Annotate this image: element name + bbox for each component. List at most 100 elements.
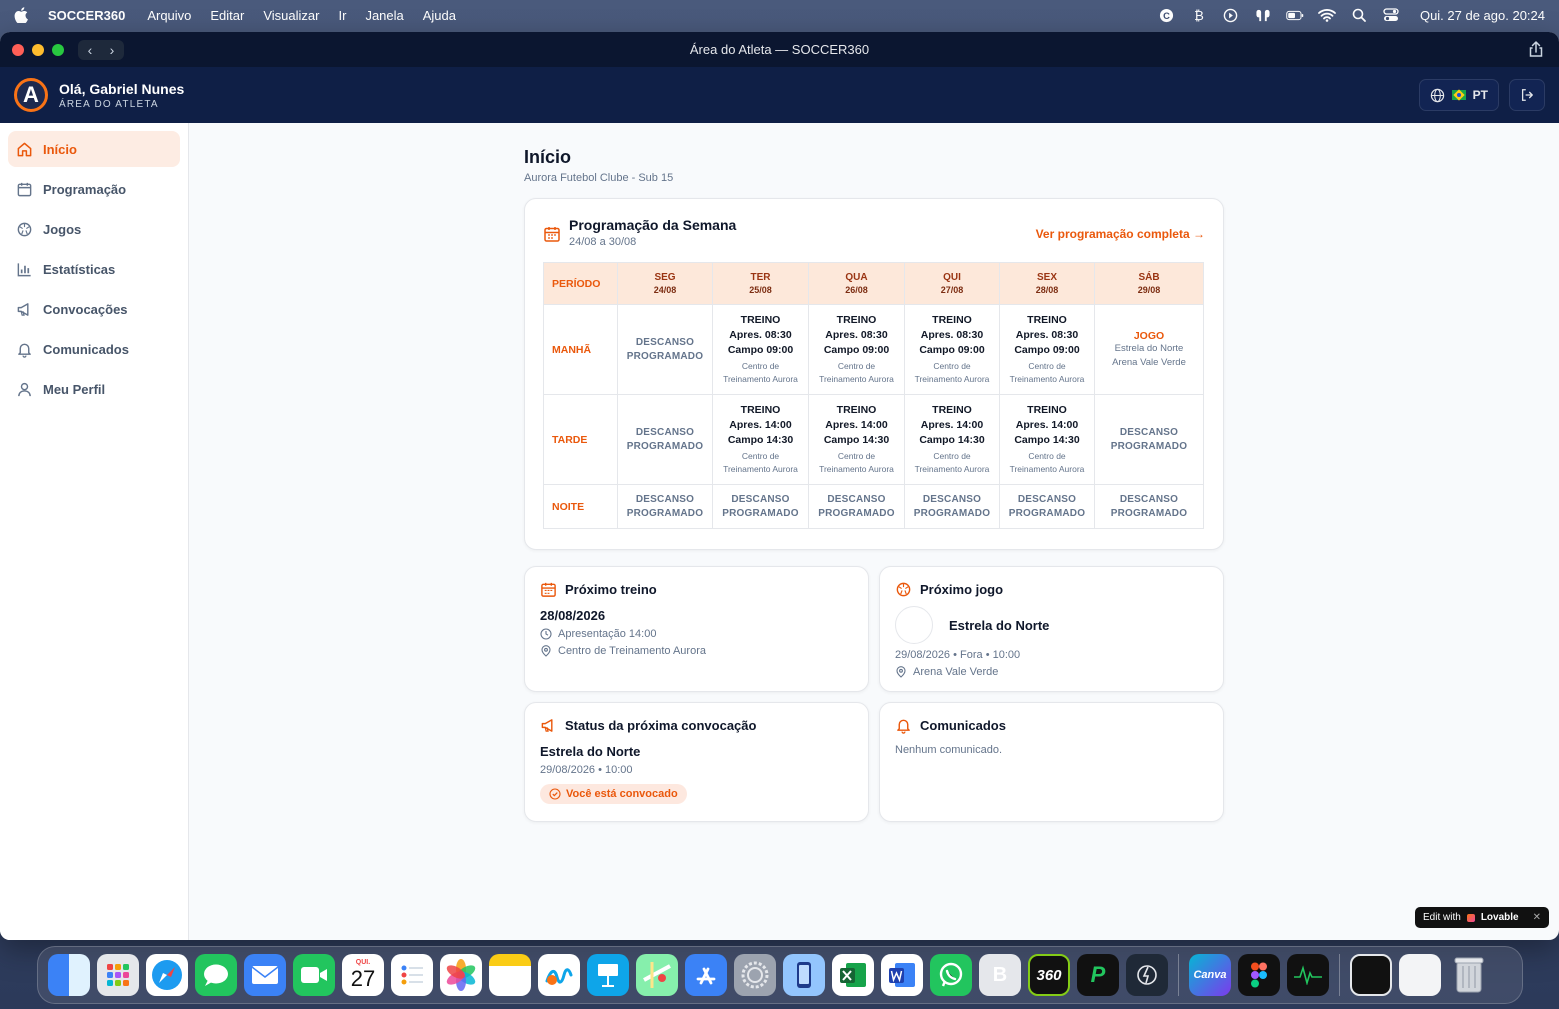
game-cell[interactable]: JOGO Estrela do Norte Arena Vale Verde — [1094, 304, 1204, 395]
mail-icon[interactable] — [244, 954, 286, 996]
language-switcher[interactable]: PT — [1418, 79, 1499, 111]
sidebar-item-label: Estatísticas — [43, 261, 116, 277]
training-field: Campo 14:30 — [1014, 434, 1080, 446]
logout-button[interactable] — [1509, 79, 1545, 111]
training-cell[interactable]: TREINO Apres. 14:00 Campo 14:30 Centro de Tr… — [904, 394, 1000, 485]
spotlight-search-icon[interactable] — [1350, 7, 1368, 23]
training-cell[interactable]: TREINO Apres. 08:30 Campo 09:00 Centro de Tr… — [904, 304, 1000, 395]
app-store-icon[interactable] — [685, 954, 727, 996]
next-game-card[interactable]: Próximo jogo Estrela do Norte 29/08/2026… — [879, 566, 1224, 692]
menu-ir[interactable]: Ir — [338, 8, 346, 23]
back-chevron-icon[interactable]: ‹ — [82, 42, 98, 58]
rest-cell[interactable]: DESCANSO PROGRAMADO — [617, 394, 713, 485]
sidebar-item-estatisticas[interactable]: Estatísticas — [8, 251, 180, 287]
training-cell[interactable]: TREINO Apres. 14:00 Campo 14:30 Centro de Tr… — [712, 394, 809, 485]
safari-icon[interactable] — [146, 954, 188, 996]
b-app-icon[interactable]: B — [979, 954, 1021, 996]
rest-cell[interactable]: DESCANSO PROGRAMADO — [617, 304, 713, 395]
figma-icon[interactable] — [1238, 954, 1280, 996]
soccer360-app-icon[interactable]: 360 — [1028, 954, 1070, 996]
callup-status-card[interactable]: Status da próxima convocação Estrela do … — [524, 702, 869, 822]
menu-editar[interactable]: Editar — [210, 8, 244, 23]
freeform-icon[interactable] — [538, 954, 580, 996]
keynote-icon[interactable] — [587, 954, 629, 996]
bitcoin-icon[interactable]: ₿ — [1190, 7, 1208, 23]
club-logo[interactable]: A — [14, 78, 48, 112]
edit-with-lovable-badge[interactable]: Edit with Lovable ✕ — [1415, 907, 1549, 928]
rest-cell[interactable]: DESCANSO PROGRAMADO — [712, 484, 809, 529]
minimize-window-button[interactable] — [32, 43, 44, 56]
apple-icon[interactable] — [14, 7, 28, 23]
schedule-row-manha: MANHÃ DESCANSO PROGRAMADO TREINO Apres. 08… — [543, 304, 1204, 395]
rest-cell[interactable]: DESCANSO PROGRAMADO — [904, 484, 1000, 529]
training-presentation: Apres. 14:00 — [729, 419, 792, 431]
callup-when: 29/08/2026 • 10:00 — [540, 764, 633, 776]
announcements-card[interactable]: Comunicados Nenhum comunicado. — [879, 702, 1224, 822]
menu-ajuda[interactable]: Ajuda — [423, 8, 456, 23]
shortcuts-app-icon[interactable] — [1126, 954, 1168, 996]
menubar-clock[interactable]: Qui. 27 de ago. 20:24 — [1420, 8, 1545, 23]
control-center-icon[interactable] — [1382, 7, 1400, 23]
period-label: NOITE — [543, 484, 618, 529]
menubar-app-name[interactable]: SOCCER360 — [48, 8, 125, 23]
forward-chevron-icon[interactable]: › — [104, 42, 120, 58]
status-c-icon[interactable]: C — [1158, 7, 1176, 23]
facetime-icon[interactable] — [293, 954, 335, 996]
launchpad-icon[interactable] — [97, 954, 139, 996]
rest-cell[interactable]: DESCANSO PROGRAMADO — [999, 484, 1095, 529]
training-cell[interactable]: TREINO Apres. 08:30 Campo 09:00 Centro de Tr… — [999, 304, 1095, 395]
menu-visualizar[interactable]: Visualizar — [263, 8, 319, 23]
lovable-prefix: Edit with — [1423, 912, 1461, 923]
training-cell[interactable]: TREINO Apres. 14:00 Campo 14:30 Centro de Tr… — [999, 394, 1095, 485]
play-icon[interactable] — [1222, 7, 1240, 23]
day-header-sex: SEX 28/08 — [999, 262, 1095, 305]
next-training-card[interactable]: Próximo treino 28/08/2026 Apresentação 1… — [524, 566, 869, 692]
rest-cell[interactable]: DESCANSO PROGRAMADO — [1094, 484, 1204, 529]
whatsapp-icon[interactable] — [930, 954, 972, 996]
menu-arquivo[interactable]: Arquivo — [147, 8, 191, 23]
sidebar-item-jogos[interactable]: Jogos — [8, 211, 180, 247]
sidebar-item-convocacoes[interactable]: Convocações — [8, 291, 180, 327]
system-settings-icon[interactable] — [734, 954, 776, 996]
training-location-1: Centro de — [1028, 451, 1066, 461]
p-app-icon[interactable]: P — [1077, 954, 1119, 996]
iphone-mirroring-icon[interactable] — [783, 954, 825, 996]
sidebar-item-inicio[interactable]: Início — [8, 131, 180, 167]
finder-icon[interactable] — [48, 954, 90, 996]
sidebar-item-meu-perfil[interactable]: Meu Perfil — [8, 371, 180, 407]
sidebar-item-comunicados[interactable]: Comunicados — [8, 331, 180, 367]
rest-cell[interactable]: DESCANSO PROGRAMADO — [1094, 394, 1204, 485]
word-icon[interactable] — [881, 954, 923, 996]
activity-monitor-icon[interactable] — [1287, 954, 1329, 996]
messages-icon[interactable] — [195, 954, 237, 996]
photos-icon[interactable] — [440, 954, 482, 996]
training-cell[interactable]: TREINO Apres. 08:30 Campo 09:00 Centro de Tr… — [808, 304, 905, 395]
training-cell[interactable]: TREINO Apres. 08:30 Campo 09:00 Centro de Tr… — [712, 304, 809, 395]
canva-icon[interactable]: Canva — [1189, 954, 1231, 996]
maps-app-icon[interactable] — [636, 954, 678, 996]
reminders-icon[interactable] — [391, 954, 433, 996]
view-full-schedule-link[interactable]: Ver programação completa → — [1036, 227, 1205, 241]
calendar-icon — [541, 582, 556, 597]
day-header-sab: SÁB 29/08 — [1094, 262, 1204, 305]
recent-document-icon[interactable] — [1350, 954, 1392, 996]
training-cell[interactable]: TREINO Apres. 14:00 Campo 14:30 Centro de Tr… — [808, 394, 905, 485]
rest-cell[interactable]: DESCANSO PROGRAMADO — [617, 484, 713, 529]
close-window-button[interactable] — [12, 43, 24, 56]
wifi-icon[interactable] — [1318, 7, 1336, 23]
downloads-stack-icon[interactable] — [1399, 954, 1441, 996]
airpods-icon[interactable] — [1254, 7, 1272, 23]
trash-icon[interactable] — [1448, 954, 1490, 996]
notes-icon[interactable] — [489, 954, 531, 996]
next-game-title: Próximo jogo — [920, 582, 1004, 597]
lovable-close-icon[interactable]: ✕ — [1533, 912, 1541, 923]
calendar-app-icon[interactable]: QUI. 27 — [342, 954, 384, 996]
rest-cell[interactable]: DESCANSO PROGRAMADO — [808, 484, 905, 529]
zoom-window-button[interactable] — [52, 43, 64, 56]
sidebar-item-programacao[interactable]: Programação — [8, 171, 180, 207]
share-icon[interactable] — [1527, 40, 1545, 58]
battery-icon[interactable] — [1286, 7, 1304, 23]
dock-separator — [1339, 954, 1340, 996]
excel-icon[interactable] — [832, 954, 874, 996]
menu-janela[interactable]: Janela — [365, 8, 403, 23]
